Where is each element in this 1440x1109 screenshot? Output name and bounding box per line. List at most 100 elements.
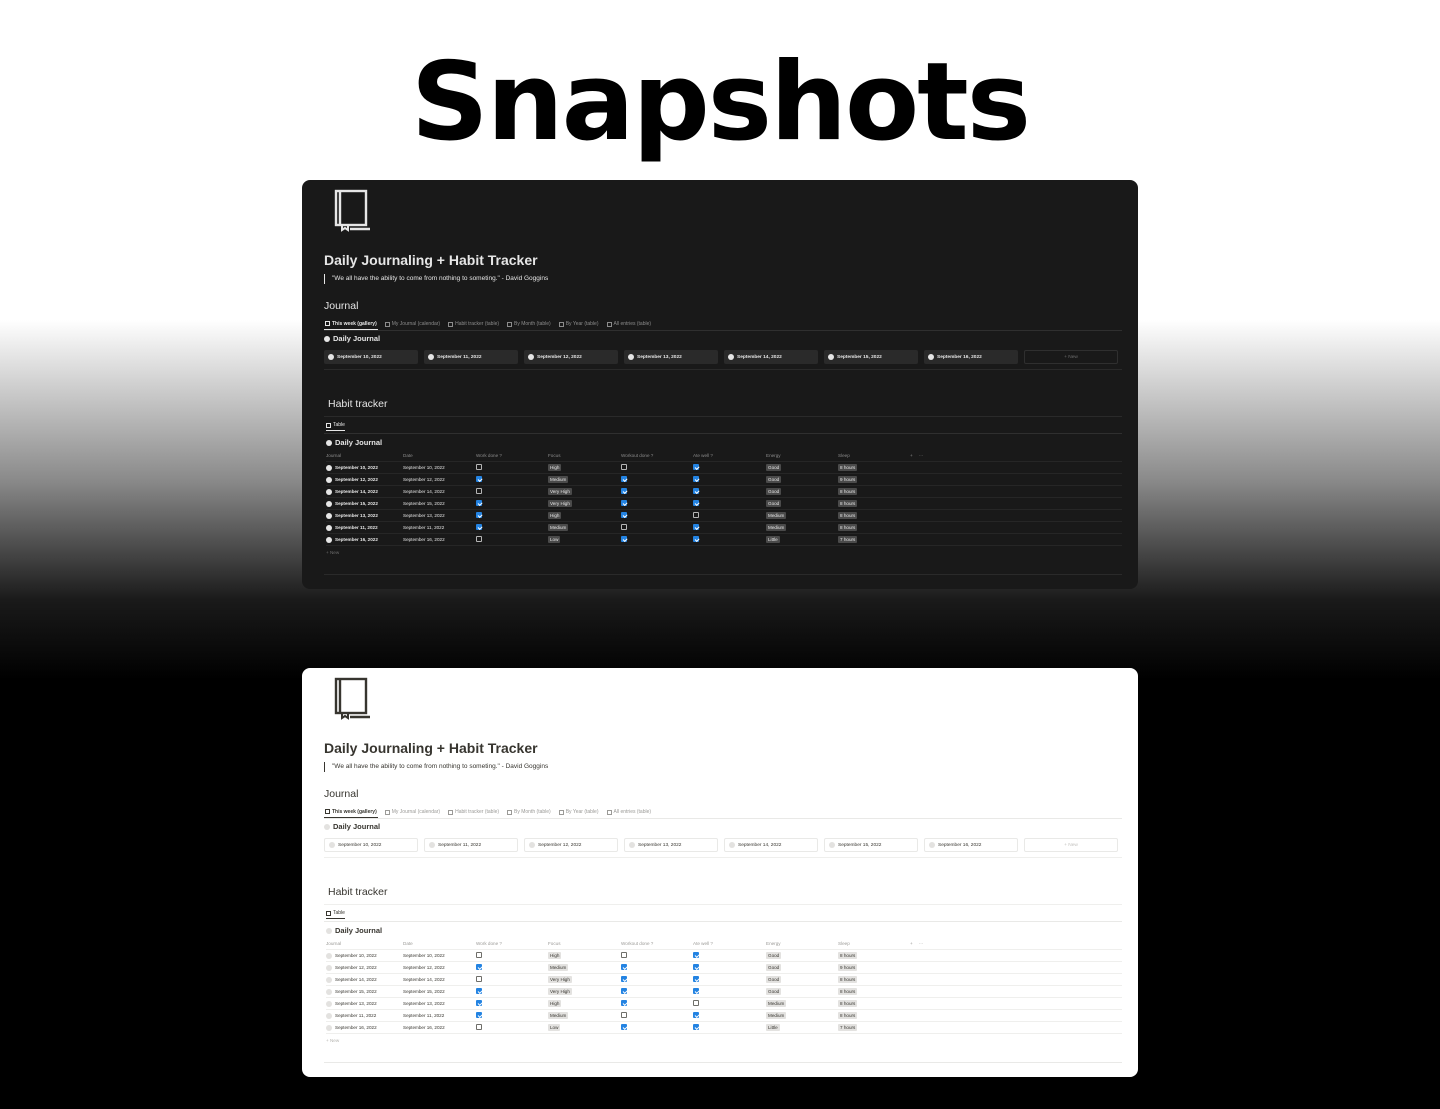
checkbox[interactable] — [476, 476, 482, 482]
column-header-energy[interactable]: Energy — [766, 941, 838, 946]
column-header-date[interactable]: Date — [403, 453, 476, 458]
date-cell[interactable]: September 10, 2022 — [403, 465, 476, 470]
journal-cell[interactable]: September 10, 2022 — [335, 953, 377, 958]
gallery-card[interactable]: September 15, 2022 — [824, 838, 918, 852]
journal-cell[interactable]: September 13, 2022 — [335, 1001, 377, 1006]
checkbox[interactable] — [693, 1024, 699, 1030]
journal-cell[interactable]: September 10, 2022 — [335, 465, 378, 470]
table-title[interactable]: Daily Journal — [326, 926, 382, 935]
focus-tag[interactable]: Low — [548, 536, 561, 543]
column-header-focus[interactable]: Focus — [548, 453, 621, 458]
gallery-card[interactable]: September 13, 2022 — [624, 350, 718, 364]
table-new-button[interactable]: + New — [326, 1034, 1122, 1046]
checkbox[interactable] — [693, 512, 699, 518]
checkbox[interactable] — [476, 964, 482, 970]
checkbox[interactable] — [476, 988, 482, 994]
checkbox[interactable] — [621, 976, 627, 982]
checkbox[interactable] — [621, 952, 627, 958]
more-icon[interactable]: ··· — [919, 453, 924, 458]
focus-tag[interactable]: Very High — [548, 976, 572, 983]
checkbox[interactable] — [476, 1012, 482, 1018]
sleep-tag[interactable]: 8 hours — [838, 976, 858, 983]
table-row[interactable]: September 11, 2022 September 11, 2022 Medi… — [326, 522, 1122, 534]
tab-by-month[interactable]: By Month (table) — [506, 806, 552, 818]
gallery-card[interactable]: September 15, 2022 — [824, 350, 918, 364]
sleep-tag[interactable]: 7 hours — [838, 536, 858, 543]
journal-cell[interactable]: September 12, 2022 — [335, 965, 377, 970]
focus-tag[interactable]: Very High — [548, 488, 572, 495]
checkbox[interactable] — [621, 1000, 627, 1006]
tab-my-journal[interactable]: My Journal (calendar) — [384, 806, 441, 818]
date-cell[interactable]: September 12, 2022 — [403, 477, 476, 482]
checkbox[interactable] — [621, 476, 627, 482]
table-row[interactable]: September 13, 2022 September 13, 2022 High… — [326, 998, 1122, 1010]
table-row[interactable]: September 10, 2022 September 10, 2022 High… — [326, 950, 1122, 962]
more-icon[interactable]: ··· — [919, 941, 924, 946]
table-row[interactable]: September 12, 2022 September 12, 2022 Medi… — [326, 962, 1122, 974]
date-cell[interactable]: September 14, 2022 — [403, 977, 476, 982]
focus-tag[interactable]: Medium — [548, 964, 569, 971]
tab-habit-tracker[interactable]: Habit tracker (table) — [447, 318, 500, 330]
date-cell[interactable]: September 16, 2022 — [403, 537, 476, 542]
gallery-card[interactable]: September 14, 2022 — [724, 838, 818, 852]
checkbox[interactable] — [476, 1024, 482, 1030]
energy-tag[interactable]: Good — [766, 952, 782, 959]
journal-cell[interactable]: September 15, 2022 — [335, 989, 377, 994]
focus-tag[interactable]: Low — [548, 1024, 561, 1031]
tab-this-week[interactable]: This week (gallery) — [324, 318, 378, 330]
journal-cell[interactable]: September 11, 2022 — [335, 1013, 376, 1018]
table-row[interactable]: September 11, 2022 September 11, 2022 Medi… — [326, 1010, 1122, 1022]
journal-cell[interactable]: September 16, 2022 — [335, 537, 378, 542]
gallery-card[interactable]: September 10, 2022 — [324, 350, 418, 364]
sleep-tag[interactable]: 9 hours — [838, 964, 858, 971]
date-cell[interactable]: September 11, 2022 — [403, 525, 476, 530]
checkbox[interactable] — [693, 1012, 699, 1018]
focus-tag[interactable]: Very High — [548, 988, 572, 995]
column-header-workout[interactable]: Workout done ? — [621, 941, 693, 946]
table-row[interactable]: September 15, 2022 September 15, 2022 Very… — [326, 986, 1122, 998]
date-cell[interactable]: September 13, 2022 — [403, 1001, 476, 1006]
table-row[interactable]: September 12, 2022 September 12, 2022 Medi… — [326, 474, 1122, 486]
checkbox[interactable] — [693, 964, 699, 970]
tab-this-week[interactable]: This week (gallery) — [324, 806, 378, 818]
gallery-card[interactable]: September 10, 2022 — [324, 838, 418, 852]
gallery-new-button[interactable]: + New — [1024, 350, 1118, 364]
journal-cell[interactable]: September 14, 2022 — [335, 489, 378, 494]
sleep-tag[interactable]: 8 hours — [838, 988, 858, 995]
tab-table[interactable]: Table — [326, 422, 345, 431]
gallery-card[interactable]: September 11, 2022 — [424, 350, 518, 364]
add-column-icon[interactable]: + — [910, 941, 913, 946]
gallery-card[interactable]: September 12, 2022 — [524, 350, 618, 364]
checkbox[interactable] — [621, 988, 627, 994]
date-cell[interactable]: September 10, 2022 — [403, 953, 476, 958]
checkbox[interactable] — [693, 1000, 699, 1006]
focus-tag[interactable]: Medium — [548, 476, 569, 483]
energy-tag[interactable]: Good — [766, 976, 782, 983]
checkbox[interactable] — [693, 988, 699, 994]
checkbox[interactable] — [476, 488, 482, 494]
tab-all-entries[interactable]: All entries (table) — [606, 806, 653, 818]
energy-tag[interactable]: Good — [766, 476, 782, 483]
checkbox[interactable] — [621, 524, 627, 530]
checkbox[interactable] — [476, 500, 482, 506]
energy-tag[interactable]: Good — [766, 500, 782, 507]
sleep-tag[interactable]: 8 hours — [838, 500, 858, 507]
energy-tag[interactable]: Good — [766, 988, 782, 995]
gallery-card[interactable]: September 16, 2022 — [924, 838, 1018, 852]
checkbox[interactable] — [693, 536, 699, 542]
sleep-tag[interactable]: 8 hours — [838, 524, 858, 531]
column-header-sleep[interactable]: Sleep — [838, 941, 910, 946]
focus-tag[interactable]: High — [548, 464, 562, 471]
tab-my-journal[interactable]: My Journal (calendar) — [384, 318, 441, 330]
column-header-energy[interactable]: Energy — [766, 453, 838, 458]
gallery-new-button[interactable]: + New — [1024, 838, 1118, 852]
sleep-tag[interactable]: 8 hours — [838, 464, 858, 471]
column-header-journal[interactable]: Journal — [326, 941, 403, 946]
tab-habit-tracker[interactable]: Habit tracker (table) — [447, 806, 500, 818]
checkbox[interactable] — [476, 952, 482, 958]
table-row[interactable]: September 16, 2022 September 16, 2022 Low L… — [326, 534, 1122, 546]
tab-by-month[interactable]: By Month (table) — [506, 318, 552, 330]
checkbox[interactable] — [476, 976, 482, 982]
sleep-tag[interactable]: 9 hours — [838, 476, 858, 483]
checkbox[interactable] — [476, 1000, 482, 1006]
